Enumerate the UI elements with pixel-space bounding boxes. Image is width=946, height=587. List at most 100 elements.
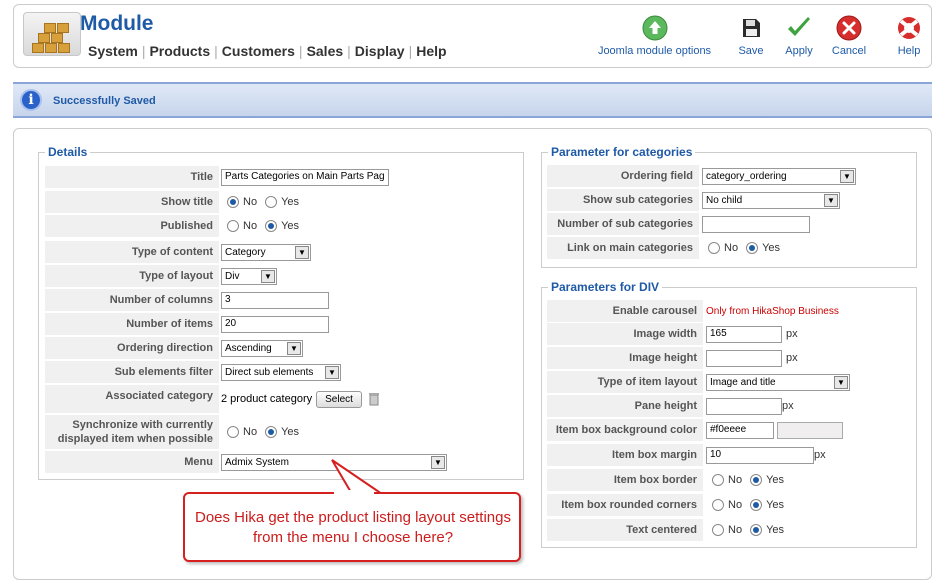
pane-height-input[interactable] <box>706 397 782 415</box>
link-main-no-radio[interactable]: No <box>708 242 738 254</box>
menu-products[interactable]: Products <box>145 43 214 59</box>
apply-button[interactable]: Apply <box>781 15 817 57</box>
num-items-input[interactable]: 20 <box>221 315 329 333</box>
ordering-dir-select[interactable]: Ascending ▼ <box>221 339 303 357</box>
trash-icon[interactable] <box>368 392 380 406</box>
show-sub-select[interactable]: No child ▼ <box>702 191 840 209</box>
save-button[interactable]: Save <box>734 15 768 57</box>
row-img-height: Image height px <box>542 347 916 369</box>
row-type-content: Type of content Category ▼ <box>39 241 523 263</box>
success-message: i Successfully Saved <box>13 82 932 118</box>
row-bg-color: Item box background color #f0eeee <box>542 419 916 441</box>
bg-color-input[interactable]: #f0eeee <box>706 421 774 439</box>
div-fieldset: Parameters for DIV Enable carousel Only … <box>541 280 917 548</box>
menu-customers[interactable]: Customers <box>218 43 299 59</box>
sync-yes-radio[interactable]: Yes <box>265 426 299 438</box>
row-assoc-category: Associated category 2 product category S… <box>39 385 523 413</box>
chevron-down-icon: ▼ <box>325 365 339 379</box>
chevron-down-icon: ▼ <box>295 245 309 259</box>
ordering-field-select[interactable]: category_ordering ▼ <box>702 167 856 185</box>
info-icon: i <box>20 89 42 111</box>
chevron-down-icon: ▼ <box>824 193 838 207</box>
chevron-down-icon: ▼ <box>431 455 445 469</box>
published-no-radio[interactable]: No <box>227 220 257 232</box>
row-carousel: Enable carousel Only from HikaShop Busin… <box>542 300 916 322</box>
callout-text: Does Hika get the product listing layout… <box>194 509 511 546</box>
rounded-no-radio[interactable]: No <box>712 499 742 511</box>
centered-no-radio[interactable]: No <box>712 524 742 536</box>
up-arrow-icon <box>642 15 667 41</box>
details-fieldset: Details Title Parts Categories on Main P… <box>38 145 524 480</box>
item-layout-select[interactable]: Image and title ▼ <box>706 373 850 391</box>
categories-fieldset: Parameter for categories Ordering field … <box>541 145 917 268</box>
color-swatch[interactable] <box>777 421 843 439</box>
select-category-button[interactable]: Select <box>316 390 362 408</box>
lifebuoy-icon <box>898 17 920 39</box>
success-message-text: Successfully Saved <box>53 95 156 107</box>
row-menu: Menu Admix System ▼ <box>39 451 523 473</box>
callout-pointer-mask <box>334 490 374 498</box>
margin-input[interactable]: 10 <box>706 446 814 464</box>
row-img-width: Image width 165 px <box>542 323 916 345</box>
row-pane-height: Pane height px <box>542 395 916 417</box>
row-centered: Text centered No Yes <box>542 519 916 541</box>
row-synchronize: Synchronize with currently displayed ite… <box>39 415 523 449</box>
assoc-category-value: 2 product category <box>221 393 313 405</box>
row-show-title: Show title No Yes <box>39 191 523 213</box>
num-columns-input[interactable]: 3 <box>221 291 329 309</box>
row-num-items: Number of items 20 <box>39 313 523 335</box>
details-legend: Details <box>45 145 91 159</box>
type-layout-select[interactable]: Div ▼ <box>221 267 277 285</box>
row-rounded: Item box rounded corners No Yes <box>542 494 916 516</box>
type-content-select[interactable]: Category ▼ <box>221 243 311 261</box>
page-title: Module <box>80 12 154 35</box>
link-main-yes-radio[interactable]: Yes <box>746 242 780 254</box>
cancel-icon <box>836 15 862 41</box>
border-yes-radio[interactable]: Yes <box>750 474 784 486</box>
annotation-callout: Does Hika get the product listing layout… <box>183 492 521 562</box>
border-no-radio[interactable]: No <box>712 474 742 486</box>
rounded-yes-radio[interactable]: Yes <box>750 499 784 511</box>
check-icon <box>788 17 810 36</box>
centered-yes-radio[interactable]: Yes <box>750 524 784 536</box>
title-input[interactable]: Parts Categories on Main Parts Pag <box>221 168 389 186</box>
row-ordering-field: Ordering field category_ordering ▼ <box>542 165 916 187</box>
chevron-down-icon: ▼ <box>261 269 275 283</box>
top-menu: System | Products | Customers | Sales | Display |… <box>84 43 451 59</box>
sync-no-radio[interactable]: No <box>227 426 257 438</box>
module-icon <box>23 12 81 56</box>
chevron-down-icon: ▼ <box>840 169 854 183</box>
categories-legend: Parameter for categories <box>548 145 696 159</box>
row-border: Item box border No Yes <box>542 469 916 491</box>
chevron-down-icon: ▼ <box>287 341 301 355</box>
menu-help[interactable]: Help <box>412 43 450 59</box>
img-height-input[interactable] <box>706 349 782 367</box>
row-margin: Item box margin 10 px <box>542 444 916 466</box>
menu-sales[interactable]: Sales <box>303 43 348 59</box>
row-sub-filter: Sub elements filter Direct sub elements ▼ <box>39 361 523 383</box>
help-button[interactable]: Help <box>894 15 924 57</box>
row-link-main: Link on main categories No Yes <box>542 237 916 259</box>
save-icon <box>743 19 760 37</box>
img-width-input[interactable]: 165 <box>706 325 782 343</box>
row-ordering-dir: Ordering direction Ascending ▼ <box>39 337 523 359</box>
num-sub-input[interactable] <box>702 215 810 233</box>
module-header: Module System | Products | Customers | Sales | D… <box>13 4 932 68</box>
chevron-down-icon: ▼ <box>834 375 848 389</box>
row-num-sub: Number of sub categories <box>542 213 916 235</box>
show-title-yes-radio[interactable]: Yes <box>265 196 299 208</box>
joomla-options-button[interactable]: Joomla module options <box>597 15 712 57</box>
cancel-button[interactable]: Cancel <box>829 15 869 57</box>
menu-system[interactable]: System <box>84 43 142 59</box>
row-type-layout: Type of layout Div ▼ <box>39 265 523 287</box>
div-legend: Parameters for DIV <box>548 280 663 294</box>
menu-display[interactable]: Display <box>351 43 409 59</box>
carousel-notice: Only from HikaShop Business <box>706 305 839 317</box>
row-item-layout: Type of item layout Image and title ▼ <box>542 371 916 393</box>
sub-filter-select[interactable]: Direct sub elements ▼ <box>221 363 341 381</box>
show-title-no-radio[interactable]: No <box>227 196 257 208</box>
row-show-sub: Show sub categories No child ▼ <box>542 189 916 211</box>
row-title: Title Parts Categories on Main Parts Pag <box>39 166 523 188</box>
row-published: Published No Yes <box>39 215 523 237</box>
published-yes-radio[interactable]: Yes <box>265 220 299 232</box>
